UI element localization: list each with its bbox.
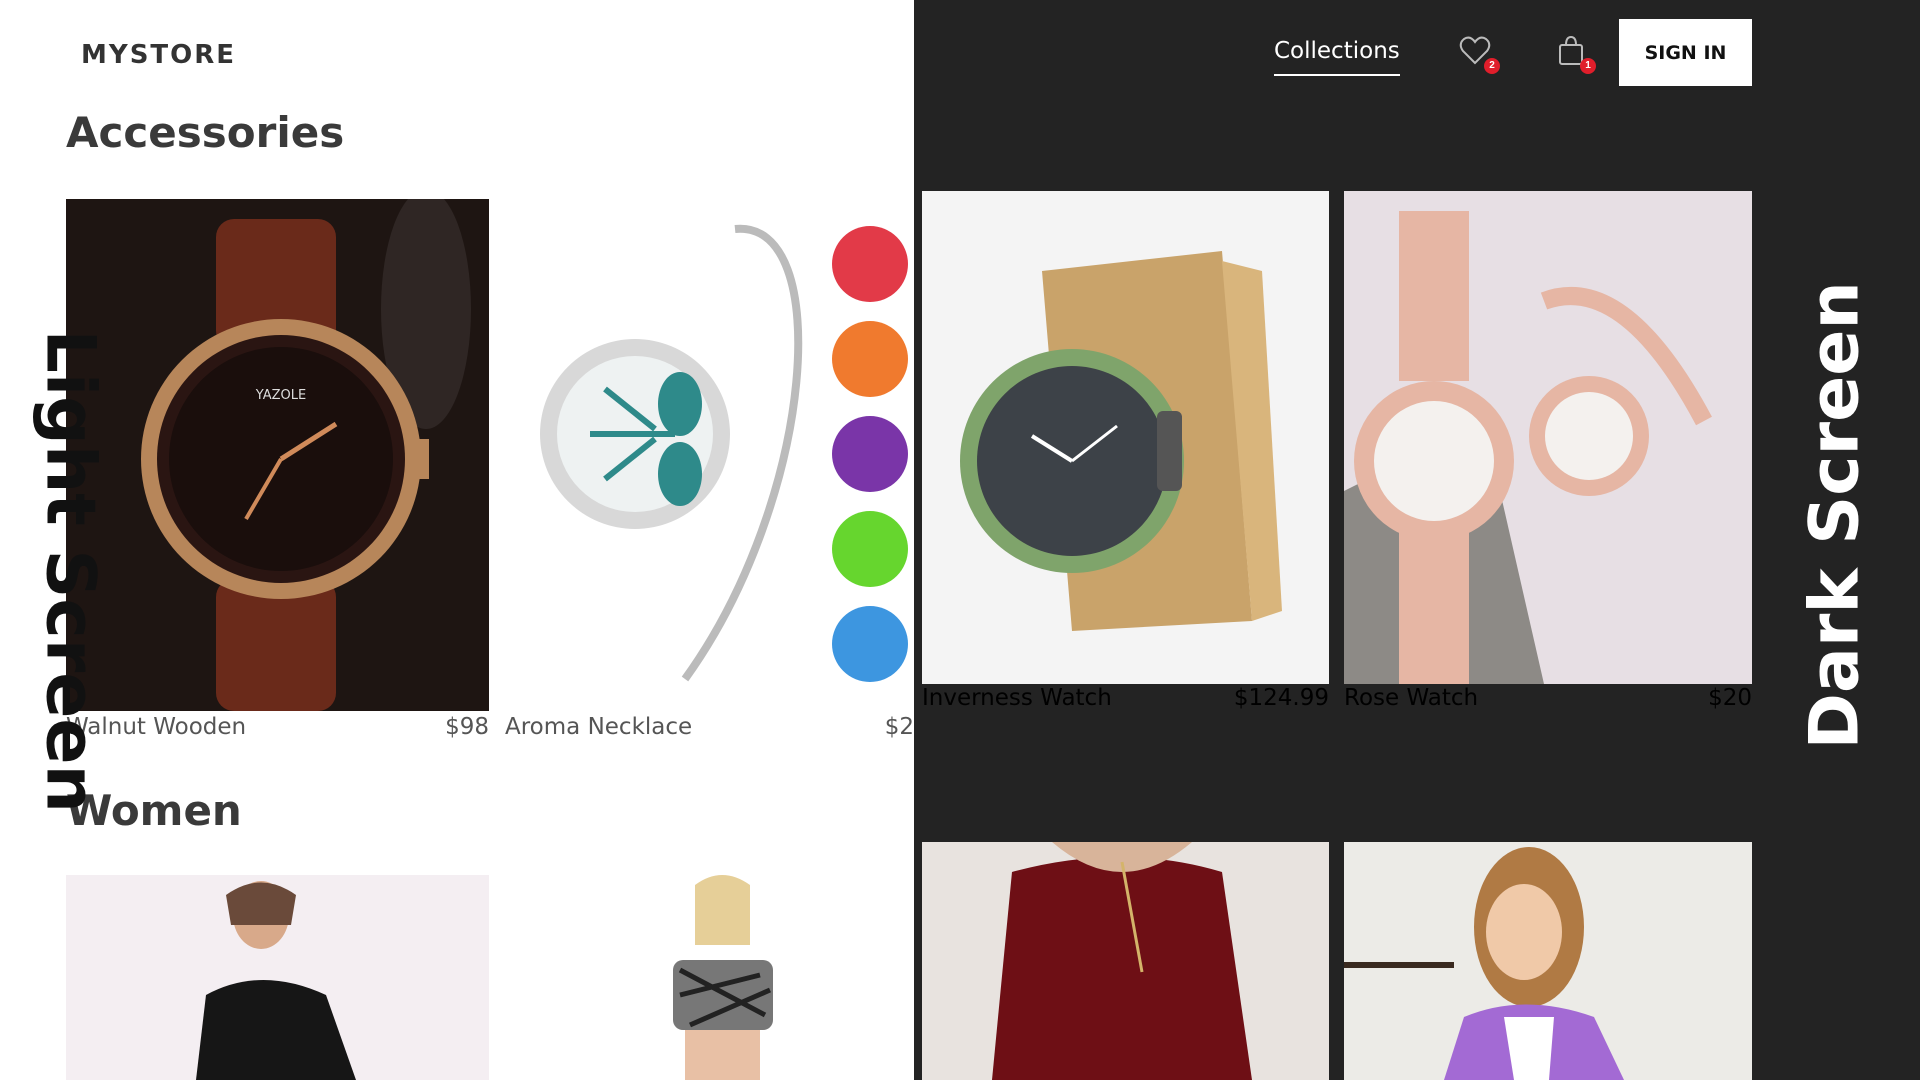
dark-women-product-image[interactable] — [1344, 842, 1752, 1080]
wishlist-button[interactable]: 2 — [1458, 34, 1500, 74]
nav-collections[interactable]: Collections — [1274, 38, 1400, 76]
section-title-accessories: Accessories — [66, 108, 345, 157]
aroma-necklace-image[interactable] — [505, 199, 914, 711]
product-price: $2 — [884, 714, 914, 740]
women-product-image[interactable] — [66, 875, 489, 1080]
product-price: $98 — [445, 714, 489, 740]
rose-watch-image[interactable] — [1344, 191, 1752, 684]
product-price: $20 — [1708, 685, 1752, 711]
product-name[interactable]: Inverness Watch — [922, 685, 1112, 711]
dark-screen-label: Dark Screen — [1795, 281, 1875, 750]
product-price: $124.99 — [1233, 685, 1329, 711]
cart-count-badge: 1 — [1580, 58, 1596, 74]
svg-text:YAZOLE: YAZOLE — [255, 388, 306, 403]
product-name[interactable]: Aroma Necklace — [505, 714, 692, 740]
store-logo[interactable]: MYSTORE — [81, 40, 236, 70]
inverness-watch-image[interactable] — [922, 191, 1329, 684]
product-name[interactable]: Rose Watch — [1344, 685, 1478, 711]
dark-women-product-image[interactable] — [922, 842, 1329, 1080]
sign-in-button[interactable]: SIGN IN — [1619, 19, 1752, 86]
walnut-wooden-image[interactable]: YAZOLE — [66, 199, 489, 711]
light-screen-label: Light Screen — [30, 329, 110, 813]
cart-button[interactable]: 1 — [1554, 34, 1596, 74]
light-screen-panel: MYSTORE Accessories YAZOLE Walnut Wooden… — [0, 0, 914, 1080]
wishlist-count-badge: 2 — [1484, 58, 1500, 74]
women-product-image[interactable] — [505, 875, 914, 1080]
